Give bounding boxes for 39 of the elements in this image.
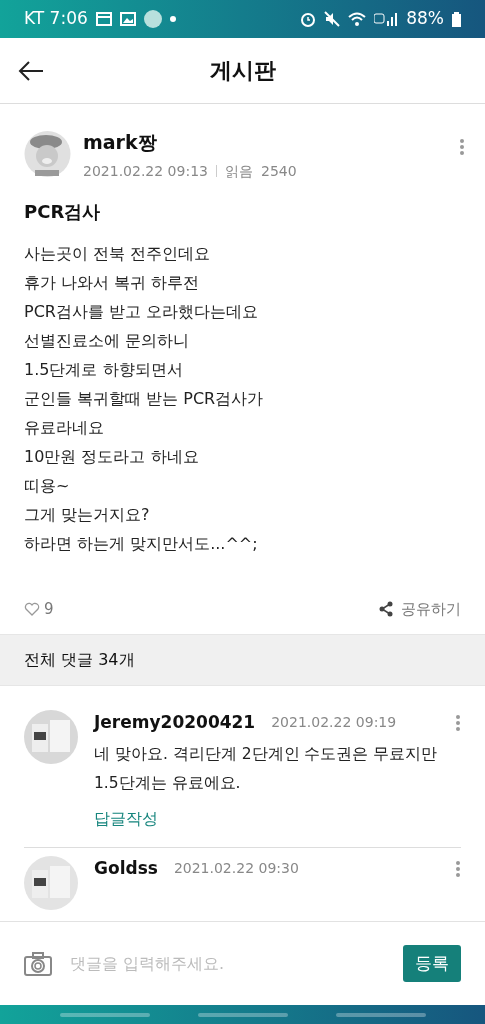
views-label: 읽음 [224, 161, 253, 181]
nav-handle[interactable] [197, 1013, 288, 1017]
heart-icon[interactable] [24, 601, 40, 616]
more-icon[interactable] [455, 859, 461, 878]
comment-text: 네 맞아요. 격리단계 2단계인 수도권은 무료지만 1.5단계는 유료에요. [94, 743, 439, 794]
share-icon [379, 600, 393, 617]
comment-date: 2021.02.22 09:30 [173, 859, 299, 878]
author-name: mark짱 [83, 130, 158, 155]
post-title: PCR검사 [24, 199, 102, 224]
nav-handle[interactable] [335, 1013, 426, 1017]
more-icon[interactable] [459, 138, 465, 156]
page-title: 게시판 [209, 57, 276, 85]
share-button[interactable]: 공유하기 [379, 597, 461, 620]
avatar-icon [24, 855, 78, 910]
submit-button[interactable]: 등록 [403, 944, 461, 983]
comment-author: Jeremy20200421 [94, 711, 256, 734]
nav-handle[interactable] [59, 1013, 150, 1017]
avatar-icon [24, 128, 71, 180]
signal-icon [374, 12, 399, 26]
more-icon[interactable] [455, 713, 461, 732]
calendar-icon [95, 12, 112, 26]
comment-date: 2021.02.22 09:19 [271, 713, 397, 733]
alarm-icon [300, 11, 317, 27]
camera-icon[interactable] [24, 951, 52, 976]
view-count: 2540 [260, 161, 297, 181]
comment-author: Goldss [94, 856, 158, 880]
back-icon[interactable] [18, 61, 44, 81]
mute-icon [324, 11, 341, 27]
battery-level: 88% [406, 7, 444, 31]
image-icon [119, 12, 136, 26]
avatar-icon [24, 710, 78, 764]
comments-header: 전체 댓글 34개 [0, 634, 485, 686]
reply-link[interactable]: 답글작성 [94, 807, 158, 831]
post-date: 2021.02.22 09:13 [83, 161, 208, 181]
like-count: 9 [44, 598, 54, 620]
wifi-icon [348, 12, 367, 26]
post-body: 사는곳이 전북 전주인데요 휴가 나와서 복귀 하루전 PCR검사를 받고 오라했다는데요 선별진료소에 문의하니 1.5단계로 하향되면서 군인들 복귀할때 받는 PCR검사가 유료라네요 10만원 정도라고 하네요 띠용~ 그게 맞는거지요? 하라면 하는게 맞지만서도...^^; [24, 242, 265, 555]
status-time: KT 7:06 [24, 7, 88, 31]
battery-icon [452, 11, 461, 27]
